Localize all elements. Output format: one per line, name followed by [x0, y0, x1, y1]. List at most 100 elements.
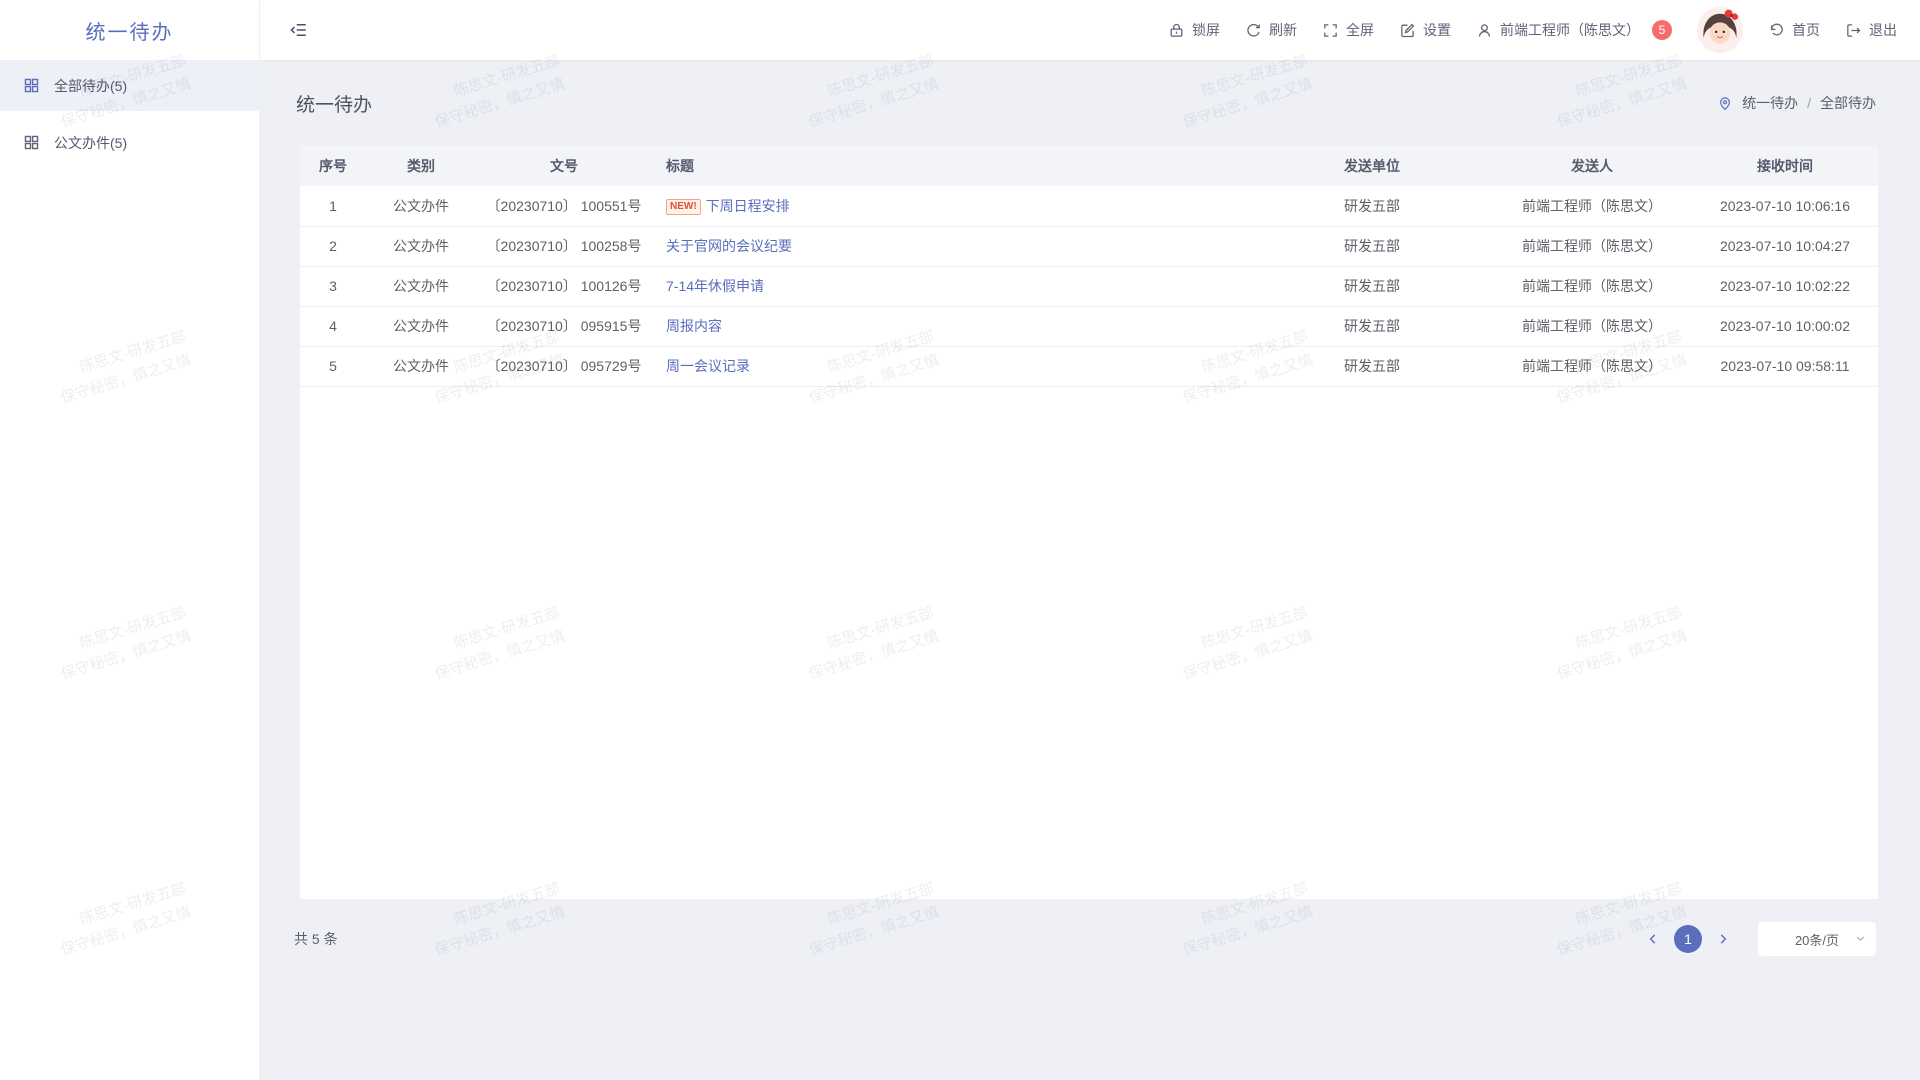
cell-title: 周一会议记录 [652, 346, 1252, 386]
cell-title: 关于官网的会议纪要 [652, 226, 1252, 266]
cell-receive-time: 2023-07-10 10:04:27 [1692, 226, 1878, 266]
back-home-icon [1768, 22, 1785, 39]
column-header: 标题 [652, 146, 1252, 186]
cell-send-unit: 研发五部 [1252, 186, 1492, 226]
sidebar-item-label: 公文办件(5) [54, 133, 127, 153]
cell-receive-time: 2023-07-10 10:06:16 [1692, 186, 1878, 226]
cell-sender: 前端工程师（陈思文） [1492, 306, 1692, 346]
cell-doc-number: 〔20230710〕 095915号 [476, 306, 652, 346]
doc-title-link[interactable]: 周报内容 [666, 318, 722, 334]
app-root: 统一待办 全部待办(5) 公文办件(5) [0, 0, 1920, 1080]
sidebar-item-all-todo[interactable]: 全部待办(5) [0, 60, 259, 111]
lock-icon [1168, 22, 1185, 39]
user-menu[interactable]: 前端工程师（陈思文） 5 [1476, 20, 1672, 40]
cell-index: 4 [300, 306, 366, 346]
column-header: 发送单位 [1252, 146, 1492, 186]
cell-index: 3 [300, 266, 366, 306]
cell-send-unit: 研发五部 [1252, 306, 1492, 346]
cell-index: 1 [300, 186, 366, 226]
main-area: 锁屏 刷新 全屏 [260, 0, 1920, 1080]
column-header: 序号 [300, 146, 366, 186]
fullscreen-icon [1322, 22, 1339, 39]
menu-fold-icon[interactable] [290, 21, 308, 39]
grid-icon [23, 134, 40, 151]
cell-doc-number: 〔20230710〕 100126号 [476, 266, 652, 306]
topbar: 锁屏 刷新 全屏 [260, 0, 1920, 60]
grid-icon [23, 77, 40, 94]
sidebar-item-official-docs[interactable]: 公文办件(5) [0, 117, 259, 168]
page-number-button[interactable]: 1 [1674, 925, 1702, 953]
logout-label: 退出 [1869, 20, 1897, 40]
cell-send-unit: 研发五部 [1252, 346, 1492, 386]
cell-sender: 前端工程师（陈思文） [1492, 266, 1692, 306]
doc-title-link[interactable]: 下周日程安排 [706, 198, 790, 214]
fullscreen-label: 全屏 [1346, 20, 1374, 40]
breadcrumb-separator: / [1807, 95, 1811, 111]
fullscreen-button[interactable]: 全屏 [1322, 20, 1374, 40]
cell-send-unit: 研发五部 [1252, 226, 1492, 266]
content-header: 统一待办 统一待办 / 全部待办 [260, 60, 1920, 146]
cell-title: NEW! 下周日程安排 [652, 186, 1252, 226]
logout-button[interactable]: 退出 [1845, 20, 1897, 40]
lock-screen-button[interactable]: 锁屏 [1168, 20, 1220, 40]
cell-receive-time: 2023-07-10 10:02:22 [1692, 266, 1878, 306]
breadcrumb-root[interactable]: 统一待办 [1742, 93, 1798, 113]
sidebar-menu: 全部待办(5) 公文办件(5) [0, 60, 259, 168]
refresh-label: 刷新 [1269, 20, 1297, 40]
home-button[interactable]: 首页 [1768, 20, 1820, 40]
location-pin-icon [1717, 95, 1733, 111]
todo-count-badge: 5 [1652, 20, 1672, 40]
table-row: 3公文办件〔20230710〕 100126号 7-14年休假申请 研发五部前端工程… [300, 266, 1878, 306]
next-page-button[interactable] [1710, 926, 1736, 952]
breadcrumb: 统一待办 / 全部待办 [1717, 93, 1876, 113]
cell-doc-number: 〔20230710〕 100551号 [476, 186, 652, 226]
cell-sender: 前端工程师（陈思文） [1492, 186, 1692, 226]
cell-doc-number: 〔20230710〕 100258号 [476, 226, 652, 266]
logout-icon [1845, 22, 1862, 39]
home-label: 首页 [1792, 20, 1820, 40]
new-badge: NEW! [666, 199, 701, 215]
doc-title-link[interactable]: 7-14年休假申请 [666, 278, 764, 294]
cell-sender: 前端工程师（陈思文） [1492, 346, 1692, 386]
user-name: 前端工程师（陈思文） [1500, 20, 1640, 40]
avatar[interactable] [1697, 7, 1743, 53]
user-icon [1476, 22, 1493, 39]
cell-send-unit: 研发五部 [1252, 266, 1492, 306]
edit-settings-icon [1399, 22, 1416, 39]
refresh-button[interactable]: 刷新 [1245, 20, 1297, 40]
pagination: 1 20条/页 [1640, 922, 1876, 956]
column-header: 文号 [476, 146, 652, 186]
cell-category: 公文办件 [366, 226, 476, 266]
table-row: 2公文办件〔20230710〕 100258号关于官网的会议纪要 研发五部前端工程… [300, 226, 1878, 266]
table-row: 4公文办件〔20230710〕 095915号周报内容 研发五部前端工程师（陈思文… [300, 306, 1878, 346]
page-size-value: 20条/页 [1795, 930, 1839, 949]
column-header: 类别 [366, 146, 476, 186]
table-header-row: 序号类别文号标题发送单位发送人接收时间 [300, 146, 1878, 186]
cell-sender: 前端工程师（陈思文） [1492, 226, 1692, 266]
cell-category: 公文办件 [366, 306, 476, 346]
settings-button[interactable]: 设置 [1399, 20, 1451, 40]
cell-title: 周报内容 [652, 306, 1252, 346]
total-count: 共 5 条 [294, 929, 338, 949]
page-size-select[interactable]: 20条/页 [1758, 922, 1876, 956]
cell-receive-time: 2023-07-10 10:00:02 [1692, 306, 1878, 346]
table-footer: 共 5 条 1 20条/页 [260, 899, 1920, 979]
cell-doc-number: 〔20230710〕 095729号 [476, 346, 652, 386]
cell-title: 7-14年休假申请 [652, 266, 1252, 306]
cell-category: 公文办件 [366, 266, 476, 306]
sidebar: 统一待办 全部待办(5) 公文办件(5) [0, 0, 260, 1080]
table-card: 序号类别文号标题发送单位发送人接收时间 1公文办件〔20230710〕 1005… [300, 146, 1878, 899]
sidebar-item-label: 全部待办(5) [54, 76, 127, 96]
column-header: 发送人 [1492, 146, 1692, 186]
cell-index: 5 [300, 346, 366, 386]
cell-index: 2 [300, 226, 366, 266]
column-header: 接收时间 [1692, 146, 1878, 186]
chevron-down-icon [1854, 932, 1867, 945]
app-logo: 统一待办 [0, 0, 259, 60]
doc-title-link[interactable]: 关于官网的会议纪要 [666, 238, 792, 254]
doc-title-link[interactable]: 周一会议记录 [666, 358, 750, 374]
prev-page-button[interactable] [1640, 926, 1666, 952]
settings-label: 设置 [1423, 20, 1451, 40]
cell-category: 公文办件 [366, 346, 476, 386]
lock-screen-label: 锁屏 [1192, 20, 1220, 40]
